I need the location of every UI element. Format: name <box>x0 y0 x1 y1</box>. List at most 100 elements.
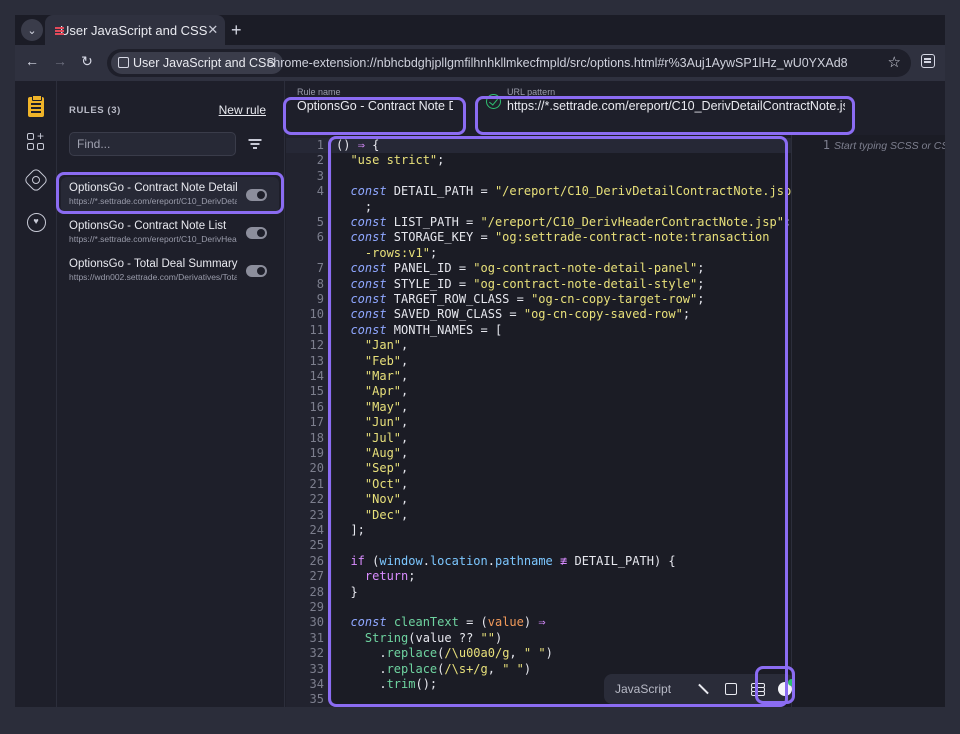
find-input[interactable] <box>69 132 236 156</box>
code-line[interactable]: 7 const PANEL_ID = "og-contract-note-det… <box>286 261 791 276</box>
code-line[interactable]: 11 const MONTH_NAMES = [ <box>286 323 791 338</box>
line-number: 16 <box>309 399 324 414</box>
rule-item[interactable]: OptionsGo - Contract Note Detail https:/… <box>61 177 279 213</box>
bookmark-star-icon[interactable]: ☆ <box>888 53 901 71</box>
code-text: .trim(); <box>336 677 438 691</box>
extension-app: + ♥ RULES (3) New rule OptionsGo - Contr… <box>15 81 945 707</box>
line-number: 35 <box>309 692 324 707</box>
editor-toolbar: JavaScript <box>604 674 795 704</box>
url-pattern-value[interactable]: https://*.settrade.com/ereport/C10_Deriv… <box>507 99 845 113</box>
code-line[interactable]: 15 "Apr", <box>286 384 791 399</box>
code-text: const PANEL_ID = "og-contract-note-detai… <box>350 261 705 276</box>
tab-search-button[interactable]: ⌄ <box>21 19 43 41</box>
code-line[interactable]: 13 "Feb", <box>286 354 791 369</box>
back-button[interactable]: ← <box>23 53 41 69</box>
code-line[interactable]: 19 "Aug", <box>286 446 791 461</box>
run-toggle-button[interactable] <box>777 679 795 697</box>
code-line[interactable]: 9 const TARGET_ROW_CLASS = "og-cn-copy-t… <box>286 292 791 307</box>
code-line[interactable]: 27 return; <box>286 569 791 584</box>
rule-item[interactable]: OptionsGo - Contract Note List https://*… <box>61 215 279 251</box>
line-number: 2 <box>316 153 324 168</box>
extension-icon[interactable] <box>921 54 935 68</box>
code-line[interactable]: 21 "Oct", <box>286 477 791 492</box>
code-line[interactable]: 10 const SAVED_ROW_CLASS = "og-cn-copy-s… <box>286 307 791 322</box>
rule-name-field[interactable]: Rule name OptionsGo - Contract Note Deta… <box>289 81 461 121</box>
code-line[interactable]: 16 "May", <box>286 400 791 415</box>
code-line[interactable]: 14 "Mar", <box>286 369 791 384</box>
rules-nav-button[interactable] <box>24 95 48 119</box>
rule-item[interactable]: OptionsGo - Total Deal Summary https://w… <box>61 253 279 289</box>
js-code-editor[interactable]: 1() ⇒ {2 "use strict"; 3 4 const DETAIL_PA… <box>286 135 791 707</box>
code-line[interactable]: 8 const STYLE_ID = "og-contract-note-det… <box>286 277 791 292</box>
code-line[interactable]: 17 "Jun", <box>286 415 791 430</box>
chevron-down-icon: ⌄ <box>27 24 37 37</box>
code-text: const LIST_PATH = "/ereport/C10_DerivHea… <box>350 215 791 229</box>
line-number: 21 <box>309 476 324 491</box>
forward-button[interactable]: → <box>51 53 69 69</box>
url-text[interactable]: chrome-extension://nbhcbdghjpllgmfilhnhk… <box>267 49 848 77</box>
css-code-editor[interactable]: 1 Start typing SCSS or CSS <box>791 135 945 707</box>
code-text: "Jul", <box>364 430 409 445</box>
heart-chat-icon: ♥ <box>26 212 46 232</box>
code-line[interactable]: 4 const DETAIL_PATH = "/ereport/C10_Deri… <box>286 184 791 199</box>
code-line[interactable]: 23 "Dec", <box>286 508 791 523</box>
site-info-chip[interactable]: User JavaScript and CSS <box>111 52 283 74</box>
reload-button[interactable]: ↻ <box>78 53 96 70</box>
code-text: String(value ?? "") <box>364 630 503 645</box>
code-line[interactable]: 24 ]; <box>286 523 791 538</box>
layers-icon[interactable] <box>750 681 766 697</box>
code-line[interactable]: 18 "Jul", <box>286 431 791 446</box>
tab-strip: ⌄ User JavaScript and CSS ✕ + <box>15 15 945 45</box>
rule-name-label: Rule name <box>297 87 341 97</box>
cube-icon <box>725 683 737 695</box>
rule-name-value[interactable]: OptionsGo - Contract Note Detail <box>297 99 453 113</box>
code-line[interactable]: 32 .replace(/\u00a0/g, " ") <box>286 646 791 661</box>
code-text: "use strict"; <box>350 153 445 168</box>
browser-tab[interactable]: User JavaScript and CSS ✕ <box>45 15 225 45</box>
code-line[interactable]: 26 if (window.location.pathname ≢ DETAIL… <box>286 554 791 569</box>
line-number: 23 <box>309 507 324 522</box>
code-line[interactable]: 29 <box>286 600 791 615</box>
code-line[interactable]: 30 const cleanText = (value) ⇒ <box>286 615 791 630</box>
rule-name: OptionsGo - Total Deal Summary <box>69 258 238 270</box>
code-text: .replace(/\u00a0/g, " ") <box>336 646 553 661</box>
line-number: 6 <box>316 230 324 245</box>
code-line[interactable]: 2 "use strict"; <box>286 153 791 168</box>
code-text: "Apr", <box>364 384 409 399</box>
new-tab-button[interactable]: + <box>231 19 242 41</box>
magic-wand-icon[interactable] <box>695 681 711 697</box>
code-line[interactable]: 31 String(value ?? "") <box>286 631 791 646</box>
code-line[interactable]: 12 "Jan", <box>286 338 791 353</box>
rule-toggle[interactable] <box>246 227 267 239</box>
rule-toggle[interactable] <box>246 189 267 201</box>
reload-icon: ↻ <box>81 53 93 69</box>
close-tab-icon[interactable]: ✕ <box>207 22 218 38</box>
url-pattern-field[interactable]: URL pattern https://*.settrade.com/erepo… <box>477 81 853 121</box>
code-line[interactable]: ; <box>286 200 791 215</box>
code-text: ; <box>336 199 373 214</box>
code-line[interactable]: 22 "Nov", <box>286 492 791 507</box>
code-line[interactable]: 3 <box>286 169 791 184</box>
code-text: ]; <box>336 523 365 537</box>
code-line[interactable]: 5 const LIST_PATH = "/ereport/C10_DerivH… <box>286 215 791 230</box>
code-line[interactable]: 28 } <box>286 585 791 600</box>
icon-rail: + ♥ <box>15 81 57 707</box>
code-text: "Sep", <box>364 461 409 476</box>
line-number: 14 <box>309 369 324 383</box>
code-line[interactable]: 6 const STORAGE_KEY = "og:settrade-contr… <box>286 230 791 245</box>
code-text: if (window.location.pathname ≢ DETAIL_PA… <box>350 553 676 568</box>
site-chip-label: User JavaScript and CSS <box>133 56 275 70</box>
rule-toggle[interactable] <box>246 265 267 277</box>
code-line[interactable]: -rows:v1"; <box>286 246 791 261</box>
omnibox[interactable]: User JavaScript and CSS chrome-extension… <box>107 49 911 77</box>
code-line[interactable]: 20 "Sep", <box>286 461 791 476</box>
new-rule-link[interactable]: New rule <box>219 103 266 117</box>
support-nav-button[interactable]: ♥ <box>24 210 48 234</box>
code-line[interactable]: 1 () ⇒ { <box>286 138 791 154</box>
check-circle-icon <box>486 94 501 109</box>
package-button[interactable] <box>723 681 739 697</box>
libraries-nav-button[interactable]: + <box>24 130 48 154</box>
settings-nav-button[interactable] <box>23 167 49 193</box>
filter-icon[interactable] <box>248 139 261 149</box>
code-line[interactable]: 25 <box>286 538 791 553</box>
